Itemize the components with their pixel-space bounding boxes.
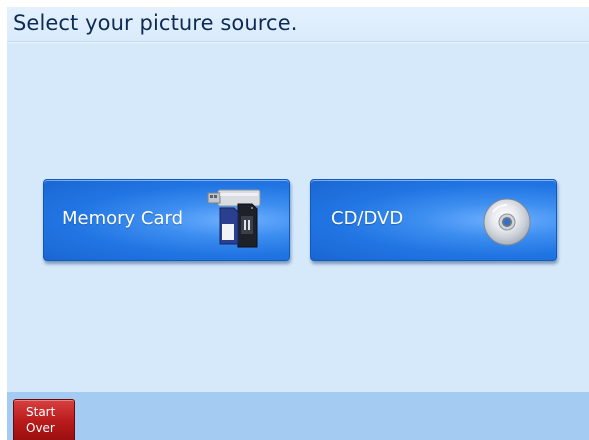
cd-dvd-button[interactable]: CD/DVD xyxy=(310,179,557,261)
start-over-label: Start Over xyxy=(26,405,56,435)
header-bar: Select your picture source. xyxy=(7,7,589,42)
footer-bar: Start Over xyxy=(7,392,589,440)
memory-card-button[interactable]: Memory Card xyxy=(43,179,290,261)
page-title: Select your picture source. xyxy=(13,11,298,35)
cd-dvd-label: CD/DVD xyxy=(331,208,404,229)
start-over-button[interactable]: Start Over xyxy=(13,399,75,440)
kiosk-screen: Select your picture source. Memory Card … xyxy=(7,7,589,440)
memory-card-icon xyxy=(207,189,261,248)
memory-card-label: Memory Card xyxy=(62,208,184,229)
disc-icon xyxy=(483,198,531,246)
